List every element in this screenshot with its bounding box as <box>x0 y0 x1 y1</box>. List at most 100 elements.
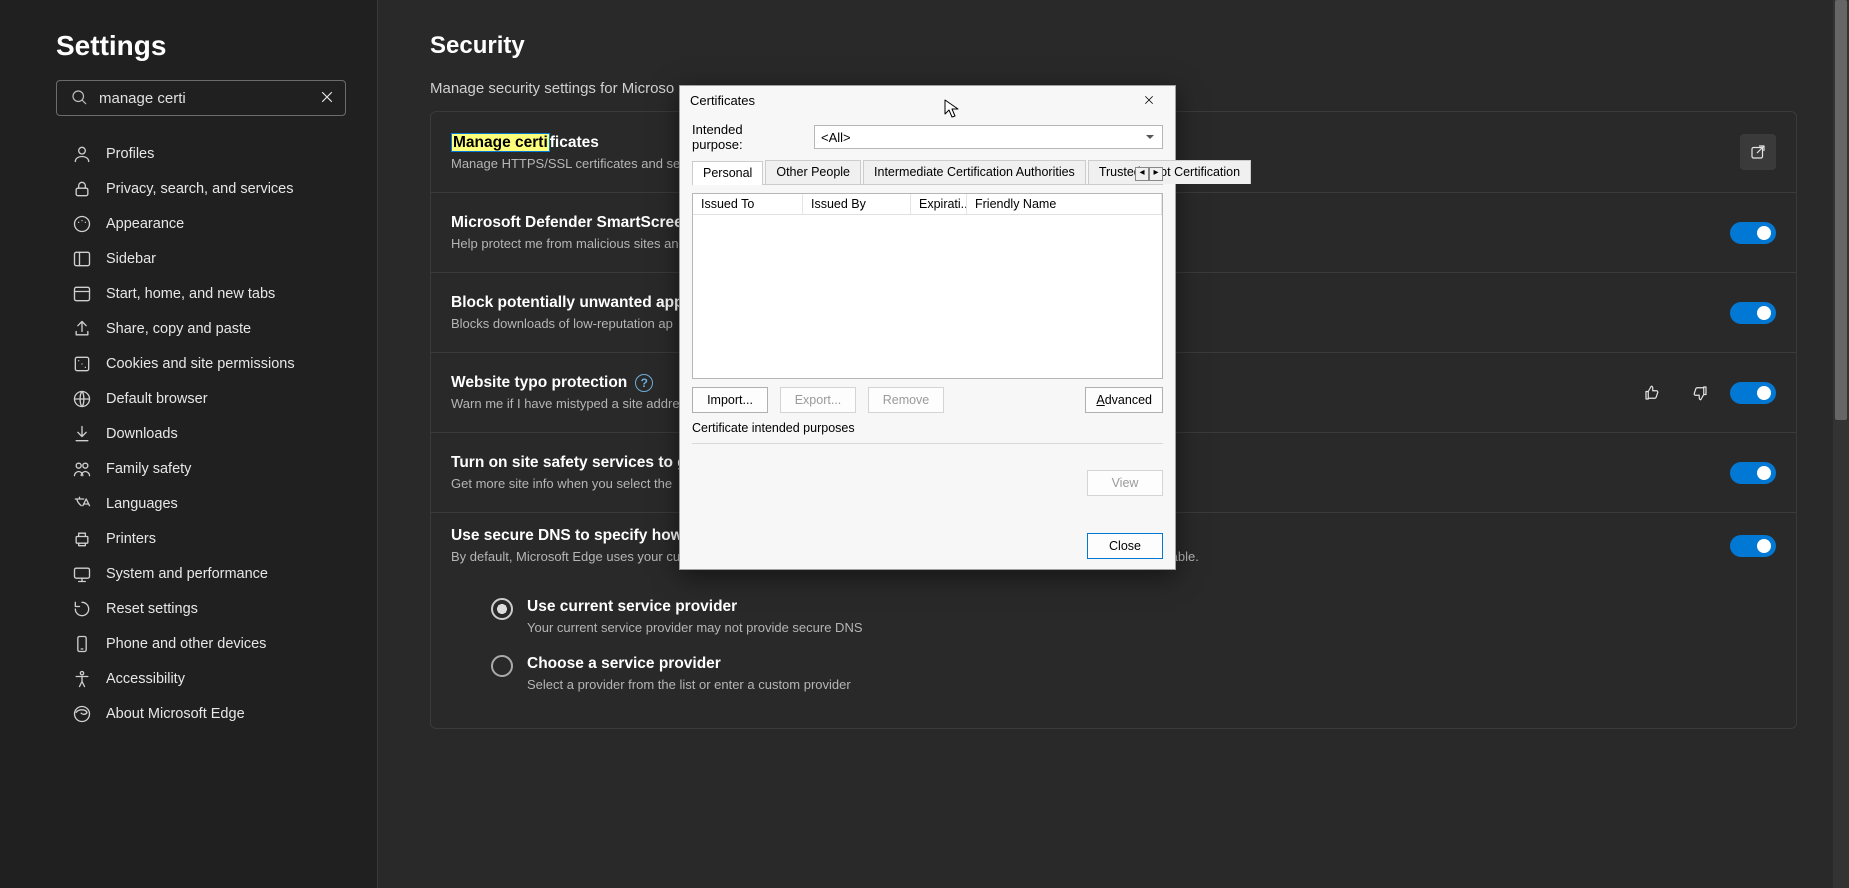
radio-title: Choose a service provider <box>527 655 851 673</box>
share-icon <box>72 319 92 339</box>
nav-share[interactable]: Share, copy and paste <box>68 311 355 346</box>
accessibility-icon <box>72 669 92 689</box>
nav-label: Phone and other devices <box>106 636 266 652</box>
reset-icon <box>72 599 92 619</box>
toggle-secure-dns[interactable] <box>1730 535 1776 557</box>
advanced-button[interactable]: Advanced <box>1085 387 1163 413</box>
settings-title: Settings <box>56 30 355 62</box>
dialog-title: Certificates <box>690 93 1131 108</box>
radio-current-provider[interactable]: Use current service provider Your curren… <box>491 588 1756 645</box>
nav-reset[interactable]: Reset settings <box>68 591 355 626</box>
lock-icon <box>72 179 92 199</box>
purpose-value: <All> <box>821 130 851 145</box>
title-text: Website typo protection <box>451 374 627 392</box>
nav-start[interactable]: Start, home, and new tabs <box>68 276 355 311</box>
radio-icon <box>491 655 513 677</box>
radio-choose-provider[interactable]: Choose a service provider Select a provi… <box>491 645 1756 702</box>
nav-sidebar[interactable]: Sidebar <box>68 241 355 276</box>
import-button[interactable]: Import... <box>692 387 768 413</box>
nav-label: Default browser <box>106 391 208 407</box>
purposes-section-label: Certificate intended purposes <box>692 421 1163 435</box>
tab-other-people[interactable]: Other People <box>765 160 861 184</box>
cert-tabs: Personal Other People Intermediate Certi… <box>692 160 1163 185</box>
open-external-button[interactable] <box>1740 134 1776 170</box>
download-icon <box>72 424 92 444</box>
nav-label: Profiles <box>106 146 154 162</box>
cookie-icon <box>72 354 92 374</box>
dialog-titlebar[interactable]: Certificates <box>680 86 1175 114</box>
col-friendly-name[interactable]: Friendly Name <box>967 194 1162 214</box>
edge-icon <box>72 704 92 724</box>
page-title: Security <box>430 32 1797 60</box>
palette-icon <box>72 214 92 234</box>
nav-system[interactable]: System and performance <box>68 556 355 591</box>
nav-label: Start, home, and new tabs <box>106 286 275 302</box>
col-expiration[interactable]: Expirati... <box>911 194 967 214</box>
search-icon <box>70 88 88 106</box>
view-button[interactable]: View <box>1087 470 1163 496</box>
nav-label: Share, copy and paste <box>106 321 251 337</box>
nav-phone[interactable]: Phone and other devices <box>68 626 355 661</box>
globe-icon <box>72 389 92 409</box>
certificates-dialog: Certificates Intended purpose: <All> Per… <box>679 85 1176 570</box>
nav-profiles[interactable]: Profiles <box>68 136 355 171</box>
nav-about[interactable]: About Microsoft Edge <box>68 696 355 731</box>
nav-label: System and performance <box>106 566 268 582</box>
toggle-safety-services[interactable] <box>1730 462 1776 484</box>
nav-family[interactable]: Family safety <box>68 451 355 486</box>
scrollbar[interactable] <box>1833 0 1849 888</box>
toggle-smartscreen[interactable] <box>1730 222 1776 244</box>
sidebar-icon <box>72 249 92 269</box>
family-icon <box>72 459 92 479</box>
clear-search-icon[interactable] <box>318 88 336 106</box>
remove-button[interactable]: Remove <box>868 387 944 413</box>
nav-label: About Microsoft Edge <box>106 706 245 722</box>
scrollthumb[interactable] <box>1835 0 1847 420</box>
tab-trusted-root[interactable]: Trusted Root Certification <box>1088 160 1251 184</box>
purpose-select[interactable]: <All> <box>814 125 1163 149</box>
nav-appearance[interactable]: Appearance <box>68 206 355 241</box>
nav-languages[interactable]: Languages <box>68 486 355 521</box>
nav-default-browser[interactable]: Default browser <box>68 381 355 416</box>
settings-nav: Profiles Privacy, search, and services A… <box>56 136 355 731</box>
tab-intermediate-ca[interactable]: Intermediate Certification Authorities <box>863 160 1086 184</box>
radio-icon <box>491 598 513 620</box>
nav-printers[interactable]: Printers <box>68 521 355 556</box>
divider <box>692 443 1163 444</box>
nav-label: Sidebar <box>106 251 156 267</box>
nav-label: Reset settings <box>106 601 198 617</box>
thumbs-up-button[interactable] <box>1634 375 1670 411</box>
purpose-label: Intended purpose: <box>692 122 794 152</box>
tab-scroll-left[interactable]: ◂ <box>1135 167 1149 181</box>
dialog-close-button[interactable] <box>1131 89 1167 111</box>
nav-cookies[interactable]: Cookies and site permissions <box>68 346 355 381</box>
thumbs-down-button[interactable] <box>1682 375 1718 411</box>
printer-icon <box>72 529 92 549</box>
tab-personal[interactable]: Personal <box>692 161 763 185</box>
col-issued-by[interactable]: Issued By <box>803 194 911 214</box>
nav-label: Printers <box>106 531 156 547</box>
radio-title: Use current service provider <box>527 598 863 616</box>
radio-desc: Select a provider from the list or enter… <box>527 677 851 692</box>
nav-label: Cookies and site permissions <box>106 356 295 372</box>
radio-desc: Your current service provider may not pr… <box>527 620 863 635</box>
cert-table[interactable]: Issued To Issued By Expirati... Friendly… <box>692 193 1163 379</box>
info-icon[interactable]: ? <box>635 374 653 392</box>
search-container <box>56 80 346 116</box>
monitor-icon <box>72 564 92 584</box>
nav-accessibility[interactable]: Accessibility <box>68 661 355 696</box>
toggle-block-pua[interactable] <box>1730 302 1776 324</box>
title-rest: ficates <box>550 134 599 151</box>
nav-privacy[interactable]: Privacy, search, and services <box>68 171 355 206</box>
nav-label: Family safety <box>106 461 191 477</box>
phone-icon <box>72 634 92 654</box>
toggle-typo[interactable] <box>1730 382 1776 404</box>
col-issued-to[interactable]: Issued To <box>693 194 803 214</box>
nav-downloads[interactable]: Downloads <box>68 416 355 451</box>
search-input[interactable] <box>56 80 346 116</box>
tab-scroll-right[interactable]: ▸ <box>1149 167 1163 181</box>
close-button[interactable]: Close <box>1087 533 1163 559</box>
export-button[interactable]: Export... <box>780 387 856 413</box>
profile-icon <box>72 144 92 164</box>
nav-label: Accessibility <box>106 671 185 687</box>
